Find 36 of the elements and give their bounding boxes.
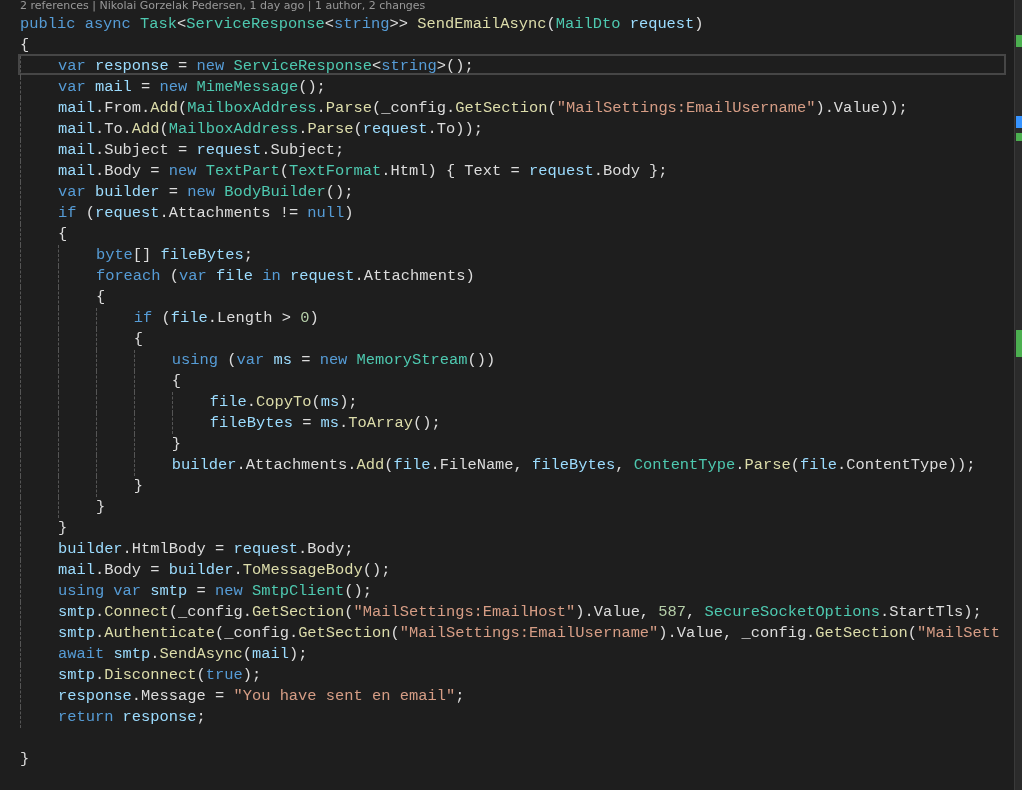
code-line: if (file.Length > 0) xyxy=(18,306,1006,327)
code-line: mail.To.Add(MailboxAddress.Parse(request.To)); xyxy=(18,117,1006,138)
code-line: byte[] fileBytes; xyxy=(18,243,1006,264)
code-line: using var smtp = new SmtpClient(); xyxy=(18,579,1006,600)
code-line: { xyxy=(18,285,1006,306)
code-line: { xyxy=(19,35,31,54)
code-line: } xyxy=(18,474,1006,495)
code-line: var builder = new BodyBuilder(); xyxy=(18,180,1006,201)
code-line: } xyxy=(18,516,1006,537)
code-line: { xyxy=(18,327,1006,348)
code-line: foreach (var file in request.Attachments) xyxy=(18,264,1006,285)
code-line: smtp.Disconnect(true); xyxy=(18,663,1006,684)
code-line: if (request.Attachments != null) xyxy=(18,201,1006,222)
code-line: smtp.Connect(_config.GetSection("MailSettings:EmailHost").Value, 587, SecureSocketOptions.StartTls); xyxy=(18,600,1006,621)
code-line: await smtp.SendAsync(mail); xyxy=(18,642,1006,663)
code-line: var mail = new MimeMessage(); xyxy=(18,75,1006,96)
code-line: } xyxy=(18,495,1006,516)
code-line: using (var ms = new MemoryStream()) xyxy=(18,348,1006,369)
code-line: builder.Attachments.Add(file.FileName, fileBytes, ContentType.Parse(file.ContentType)); xyxy=(18,453,1006,474)
code-line: } xyxy=(19,749,31,768)
code-line: mail.Body = new TextPart(TextFormat.Html) { Text = request.Body }; xyxy=(18,159,1006,180)
code-line: response.Message = "You have sent en email"; xyxy=(18,684,1006,705)
code-line: { xyxy=(18,222,1006,243)
code-line: fileBytes = ms.ToArray(); xyxy=(18,411,1006,432)
code-line: public async Task<ServiceResponse<string>> SendEmailAsync(MailDto request) xyxy=(19,14,705,33)
code-line: return response; xyxy=(18,705,1006,726)
code-line: mail.Body = builder.ToMessageBody(); xyxy=(18,558,1006,579)
code-line: { xyxy=(18,369,1006,390)
code-line: smtp.Authenticate(_config.GetSection("MailSettings:EmailUsername").Value, _config.GetSection("MailSett xyxy=(18,621,1006,642)
code-line: } xyxy=(18,432,1006,453)
code-line: mail.From.Add(MailboxAddress.Parse(_config.GetSection("MailSettings:EmailUsername").Value)); xyxy=(18,96,1006,117)
code-line: mail.Subject = request.Subject; xyxy=(18,138,1006,159)
vertical-scrollbar[interactable] xyxy=(1014,0,1022,790)
code-lens-info[interactable]: 2 references | Nikolai Gorzelak Pedersen, 1 day ago | 1 author, 2 changes xyxy=(20,0,426,12)
code-line: builder.HtmlBody = request.Body; xyxy=(18,537,1006,558)
code-line: file.CopyTo(ms); xyxy=(18,390,1006,411)
